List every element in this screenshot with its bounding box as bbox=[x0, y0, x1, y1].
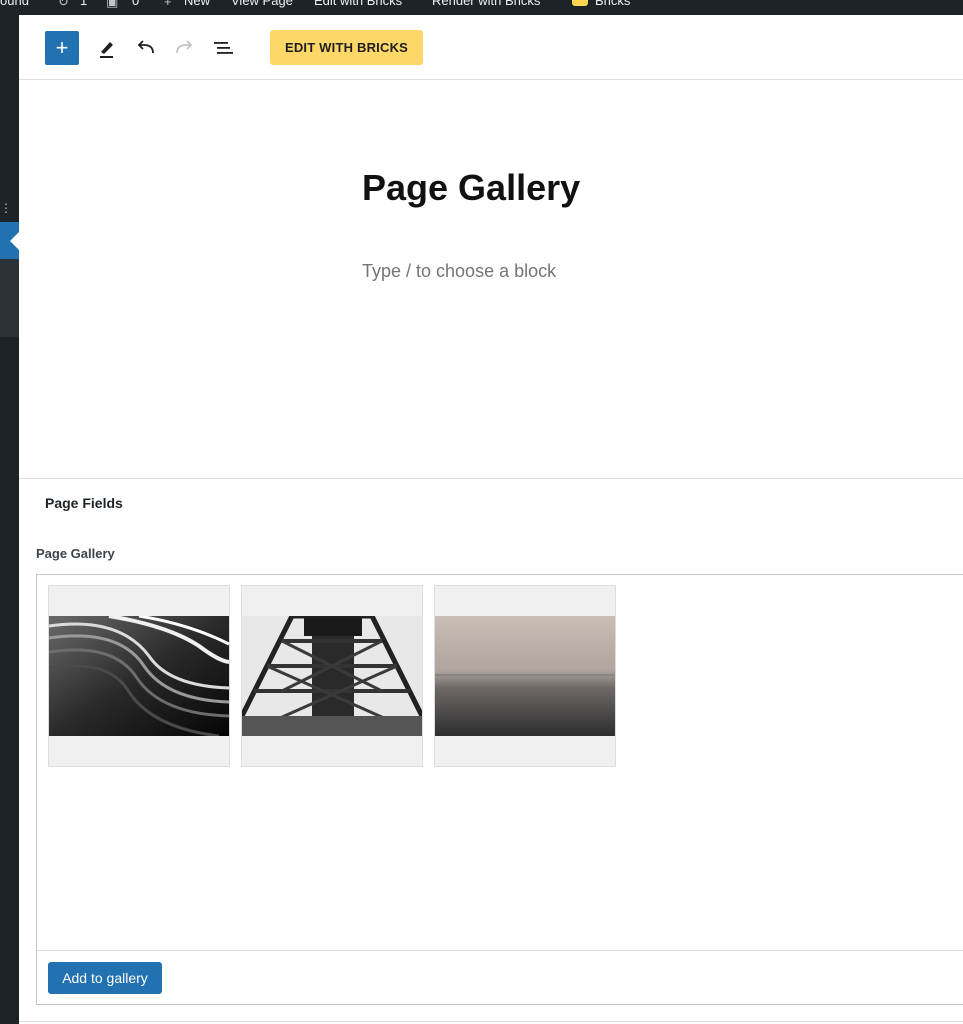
gallery-thumbnail-1[interactable] bbox=[48, 585, 230, 767]
block-appender-placeholder[interactable]: Type / to choose a block bbox=[362, 261, 556, 282]
comments-icon[interactable]: ▣ bbox=[106, 0, 118, 10]
tower-image bbox=[242, 616, 422, 736]
gallery-footer: Add to gallery bbox=[37, 950, 963, 1005]
gallery-thumbnail-3[interactable] bbox=[434, 585, 616, 767]
tools-button[interactable] bbox=[95, 35, 119, 61]
page-fields-metabox: Page Fields Page Gallery Add to gallery bbox=[19, 478, 963, 1024]
bricks-logo-icon bbox=[572, 0, 588, 6]
add-to-gallery-button[interactable]: Add to gallery bbox=[48, 962, 162, 994]
redo-icon bbox=[176, 40, 193, 54]
new-plus-icon[interactable]: + bbox=[164, 0, 172, 9]
admin-bar-site-name[interactable]: ound bbox=[0, 0, 29, 8]
admin-bar: ound ↻ 1 ▣ 0 + New View Page Edit with B… bbox=[0, 0, 963, 15]
admin-bar-new[interactable]: New bbox=[184, 0, 210, 8]
sidebar-submenu[interactable] bbox=[0, 259, 19, 337]
editor-canvas: Page Gallery Type / to choose a block bbox=[19, 80, 963, 478]
updates-icon[interactable]: ↻ bbox=[58, 0, 69, 10]
editor-toolbar: + EDIT WITH BRICKS bbox=[19, 15, 963, 80]
admin-sidebar: ⋮ bbox=[0, 15, 19, 1024]
gallery-field: Add to gallery bbox=[36, 574, 963, 1005]
post-title[interactable]: Page Gallery bbox=[362, 167, 580, 209]
active-indicator-icon bbox=[10, 232, 19, 250]
admin-bar-edit-with-bricks[interactable]: Edit with Bricks bbox=[314, 0, 402, 8]
updates-count[interactable]: 1 bbox=[80, 0, 87, 8]
admin-bar-render-with-bricks[interactable]: Render with Bricks bbox=[432, 0, 540, 8]
undo-button[interactable] bbox=[133, 35, 159, 61]
list-view-icon bbox=[214, 42, 233, 54]
divider bbox=[19, 1021, 963, 1022]
block-inserter-button[interactable]: + bbox=[45, 31, 79, 65]
list-view-button[interactable] bbox=[210, 35, 236, 61]
architecture-image bbox=[49, 616, 229, 736]
sea-image bbox=[435, 616, 615, 736]
admin-bar-view-page[interactable]: View Page bbox=[231, 0, 293, 8]
undo-icon bbox=[137, 40, 154, 54]
comments-count[interactable]: 0 bbox=[132, 0, 139, 8]
plus-icon: + bbox=[55, 35, 69, 60]
metabox-title[interactable]: Page Fields bbox=[45, 495, 123, 511]
gallery-field-label: Page Gallery bbox=[36, 546, 115, 561]
gallery-thumbnail-2[interactable] bbox=[241, 585, 423, 767]
redo-button[interactable] bbox=[171, 35, 197, 61]
admin-bar-bricks[interactable]: Bricks bbox=[595, 0, 630, 8]
pencil-icon bbox=[100, 42, 113, 58]
menu-icon[interactable]: ⋮ bbox=[0, 201, 12, 215]
edit-with-bricks-button[interactable]: EDIT WITH BRICKS bbox=[270, 30, 423, 65]
